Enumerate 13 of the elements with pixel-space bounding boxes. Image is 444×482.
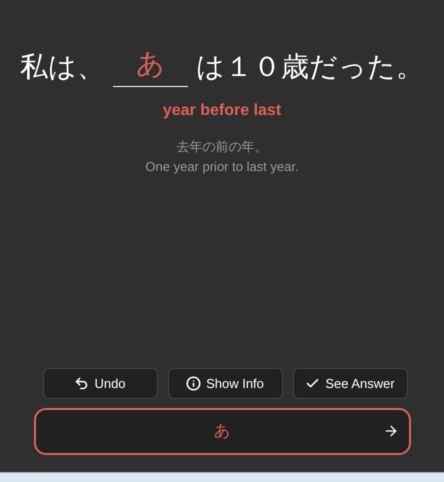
action-button[interactable]: Show Info [168,368,282,399]
submit-arrow-icon[interactable] [382,423,398,439]
action-button[interactable]: Undo [42,368,158,399]
action-button[interactable]: See Answer [292,368,408,399]
definition-text: One year prior to last year. [145,158,299,176]
answer-blank: あ [113,44,188,87]
sentence-text: は１０歳だった。 [196,49,424,85]
meaning-text: year before last [162,101,282,121]
answer-input[interactable]: あ [34,408,410,455]
undo-icon [74,376,90,391]
info-icon [186,376,202,391]
definition-text: 去年の前の年。 [176,139,268,157]
sentence-text: 私は、 [20,49,105,85]
